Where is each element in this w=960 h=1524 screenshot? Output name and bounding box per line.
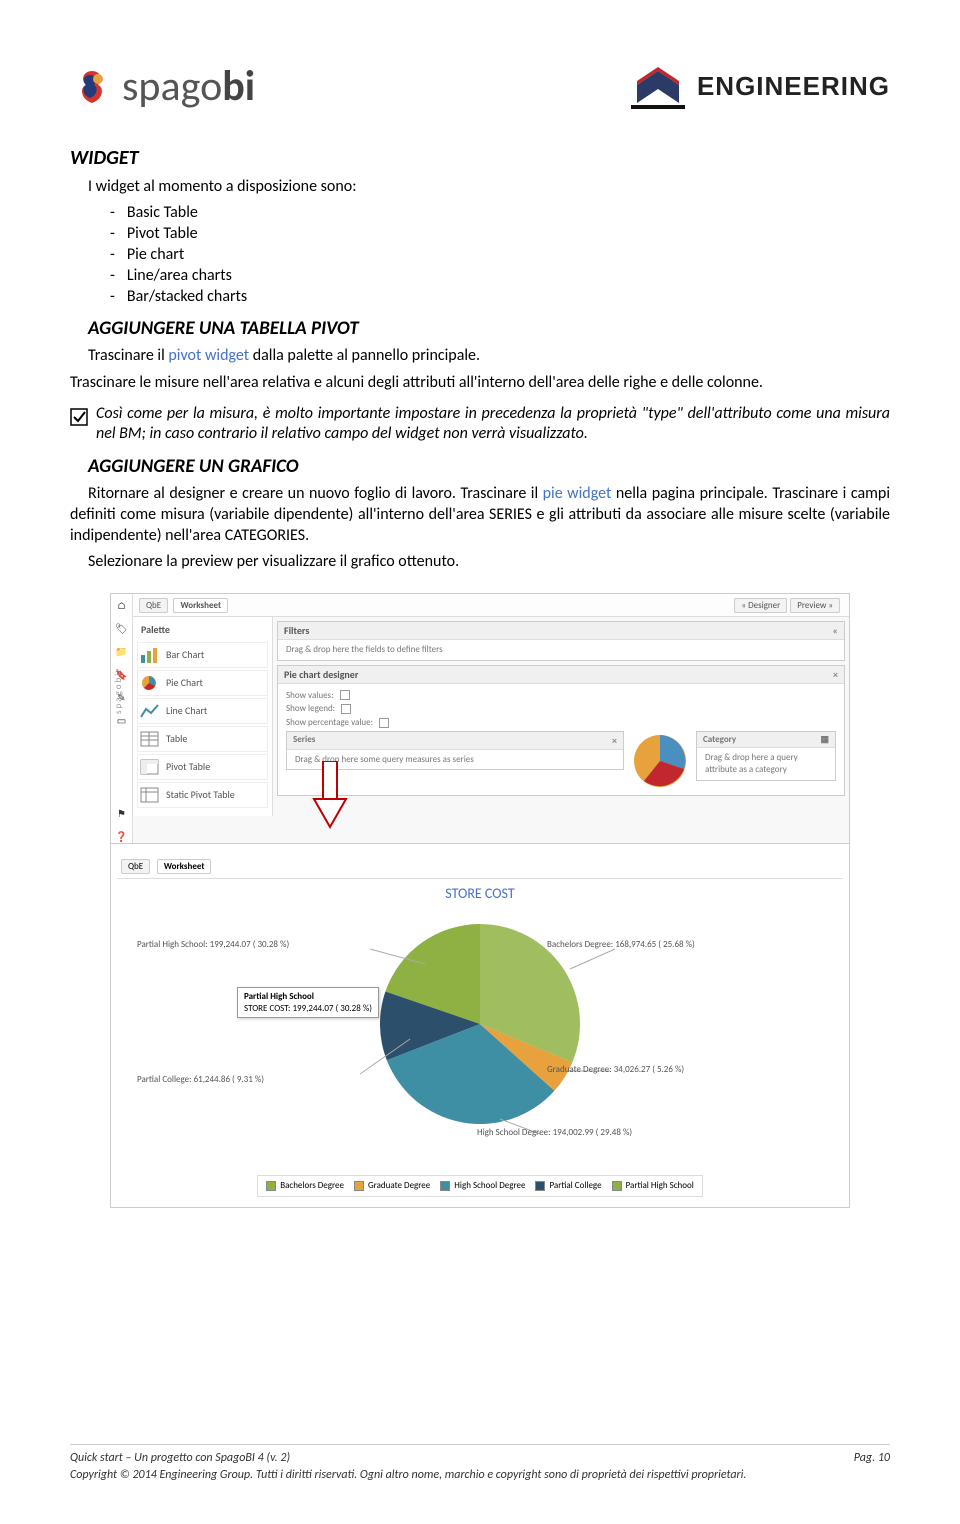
list-item: Basic Table [110, 203, 890, 224]
chart-title: STORE COST [117, 885, 843, 903]
legend-item: High School Degree [440, 1180, 525, 1192]
list-item: Line/area charts [110, 266, 890, 287]
tab-worksheet-2[interactable]: Worksheet [157, 859, 212, 874]
heading-widget: WIDGET [70, 145, 890, 171]
tab-qbe-2[interactable]: QbE [121, 859, 150, 874]
logo-spagobi: spagobi [70, 60, 255, 115]
screenshot-area: ⌂ 🏷 📁 🔖 ✎ ▭ spagobi ⚑ ❓ QbE Worksheet [110, 593, 850, 1208]
engineering-text: ENGINEERING [697, 70, 890, 104]
close-icon[interactable]: × [612, 734, 617, 747]
series-title: Series [293, 734, 315, 746]
chart-tooltip: Partial High School STORE COST: 199,244.… [237, 987, 379, 1018]
note-box: Così come per la misura, è molto importa… [70, 404, 890, 446]
legend-item: Partial High School [612, 1180, 694, 1192]
close-icon[interactable]: × [833, 668, 838, 681]
chart-preview-panel: QbE Worksheet STORE COST [110, 842, 850, 1208]
list-item: Pie chart [110, 245, 890, 266]
palette-item-bar[interactable]: Bar Chart [137, 642, 268, 668]
category-hint[interactable]: Drag & drop here a query attribute as a … [697, 748, 835, 779]
heading-add-chart: AGGIUNGERE UN GRAFICO [88, 455, 890, 480]
footer-page-num: Pag. 10 [854, 1451, 890, 1467]
tab-worksheet[interactable]: Worksheet [173, 598, 228, 613]
palette-item-pie[interactable]: Pie Chart [137, 670, 268, 696]
window-icon[interactable]: ▭ [115, 713, 129, 727]
callout-bachelors: Bachelors Degree: 168,974.65 ( 25.68 %) [547, 939, 695, 951]
callout-highschool: High School Degree: 194,002.99 ( 29.48 %… [477, 1127, 632, 1139]
designer-panel: ⌂ 🏷 📁 🔖 ✎ ▭ spagobi ⚑ ❓ QbE Worksheet [110, 593, 850, 844]
list-item: Pivot Table [110, 224, 890, 245]
link-pivot-widget[interactable]: pivot widget [168, 346, 249, 365]
btn-designer[interactable]: « Designer [734, 598, 787, 613]
header-logos: spagobi ENGINEERING [70, 60, 890, 115]
pivot-paragraph-2: Trascinare le misure nell'area relativa … [70, 373, 890, 394]
help-icon[interactable]: ❓ [115, 829, 129, 843]
home-icon[interactable]: ⌂ [115, 598, 129, 612]
footer-doc-title: Quick start – Un progetto con SpagoBI 4 … [70, 1451, 290, 1467]
checkbox-values[interactable] [340, 690, 350, 700]
folder-icon[interactable]: 📁 [115, 644, 129, 658]
legend-item: Graduate Degree [354, 1180, 430, 1192]
opt-show-legend: Show legend: [286, 703, 335, 715]
filters-section: Filters « Drag & drop here the fields to … [277, 621, 845, 661]
grid-icon[interactable]: ▦ [820, 734, 829, 746]
chart-paragraph-1: Ritornare al designer e creare un nuovo … [70, 484, 890, 546]
spagobi-icon [70, 65, 114, 109]
filters-title: Filters [284, 624, 309, 637]
category-title: Category [703, 734, 736, 746]
designer-sidebar: ⌂ 🏷 📁 🔖 ✎ ▭ spagobi ⚑ ❓ [111, 594, 133, 843]
widget-list: Basic Table Pivot Table Pie chart Line/a… [110, 203, 890, 307]
checkbox-pct[interactable] [379, 718, 389, 728]
heading-add-pivot: AGGIUNGERE UNA TABELLA PIVOT [88, 317, 890, 342]
widget-intro: I widget al momento a disposizione sono: [88, 177, 890, 198]
logo-text-bold: bi [222, 60, 255, 115]
page-footer: Quick start – Un progetto con SpagoBI 4 … [70, 1444, 890, 1484]
flag-icon[interactable]: ⚑ [115, 806, 129, 820]
opt-show-pct: Show percentage value: [286, 717, 373, 729]
checkbox-legend[interactable] [341, 704, 351, 714]
callout-partialcollege: Partial College: 61,244.86 ( 9.31 %) [137, 1074, 264, 1086]
legend-item: Bachelors Degree [266, 1180, 344, 1192]
red-arrow-icon [310, 761, 350, 831]
logo-engineering: ENGINEERING [627, 63, 890, 111]
engineering-icon [627, 63, 689, 111]
pie-designer-section: Pie chart designer × Show values: Show le… [277, 665, 845, 796]
palette-item-line[interactable]: Line Chart [137, 698, 268, 724]
logo-text-light: spago [122, 60, 222, 115]
link-pie-widget[interactable]: pie widget [543, 484, 612, 503]
pie-preview-icon [630, 731, 690, 791]
legend-item: Partial College [535, 1180, 601, 1192]
palette-header: Palette [137, 623, 268, 636]
pivot-paragraph-1: Trascinare il pivot widget dalla palette… [88, 346, 890, 367]
callout-partialhs: Partial High School: 199,244.07 ( 30.28 … [137, 939, 289, 951]
btn-preview[interactable]: Preview » [790, 598, 840, 613]
design-area: Filters « Drag & drop here the fields to … [273, 617, 849, 816]
callout-graduate: Graduate Degree: 34,026.27 ( 5.26 %) [547, 1064, 684, 1076]
filters-hint[interactable]: Drag & drop here the fields to define fi… [278, 640, 844, 660]
collapse-icon[interactable]: « [833, 624, 838, 637]
opt-show-values: Show values: [286, 690, 334, 702]
palette-panel: Palette Bar Chart Pie Chart [133, 617, 273, 816]
vertical-brand: spagobi [113, 672, 125, 714]
chart-legend: Bachelors Degree Graduate Degree High Sc… [257, 1175, 703, 1197]
checkbox-icon [70, 408, 88, 426]
list-item: Bar/stacked charts [110, 287, 890, 308]
pie-chart: Partial High School: 199,244.07 ( 30.28 … [117, 909, 843, 1169]
pie-designer-title: Pie chart designer [284, 668, 358, 681]
palette-item-pivot[interactable]: Pivot Table [137, 754, 268, 780]
palette-item-static-pivot[interactable]: Static Pivot Table [137, 782, 268, 808]
tab-qbe[interactable]: QbE [139, 598, 168, 613]
tag-icon[interactable]: 🏷 [115, 621, 129, 635]
chart-paragraph-2: Selezionare la preview per visualizzare … [88, 552, 890, 573]
palette-item-table[interactable]: Table [137, 726, 268, 752]
designer-tabs: QbE Worksheet « DesignerPreview » [133, 594, 849, 617]
note-text: Così come per la misura, è molto importa… [96, 404, 890, 446]
footer-copyright: Copyright © 2014 Engineering Group. Tutt… [70, 1468, 890, 1484]
